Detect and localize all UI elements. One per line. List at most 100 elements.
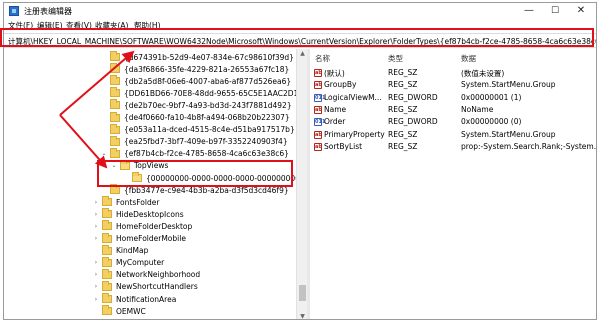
value-data: System.StartMenu.Group — [461, 80, 556, 90]
column-header-data[interactable]: 数据 — [461, 53, 476, 64]
value-name: Order — [324, 117, 346, 127]
value-type: REG_SZ — [388, 129, 418, 139]
scroll-thumb[interactable] — [299, 285, 306, 301]
value-data: prop:-System.Search.Rank;-System.Date — [461, 141, 597, 151]
title-bar: 注册表编辑器 — ☐ ✕ — [4, 3, 596, 19]
value-name: SortByList — [324, 141, 363, 151]
folder-icon — [102, 196, 112, 207]
tree-item[interactable]: {ea25fbd7-3bf7-409e-b97f-3352240903f4} — [100, 135, 288, 148]
tree-item[interactable]: {d674391b-52d9-4e07-834e-67c98610f39d} — [100, 51, 294, 63]
tree-item[interactable]: KindMap — [92, 244, 149, 257]
tree-item[interactable]: OEMWC — [92, 305, 146, 317]
value-row[interactable]: ab GroupBy REG_SZ System.StartMenu.Group — [310, 79, 596, 91]
value-row[interactable]: ab SortByList REG_SZ prop:-System.Search.Ra… — [310, 141, 597, 153]
folder-icon — [110, 111, 120, 122]
tree-item[interactable]: {DD61BD66-70E8-48dd-9655-65C5E1AAC2D1} — [100, 87, 303, 99]
expand-arrow-icon[interactable]: › — [92, 223, 100, 230]
tree-item[interactable]: {de2b70ec-9bf7-4a93-bd3d-243f7881d492} — [100, 99, 292, 111]
expand-arrow-icon[interactable]: › — [92, 283, 100, 290]
tree-item-label: NewShortcutHandlers — [116, 282, 198, 292]
value-type: REG_SZ — [388, 68, 418, 77]
tree-item[interactable]: › NewShortcutHandlers — [92, 280, 198, 293]
tree-item-label: {DD61BD66-70E8-48dd-9655-65C5E1AAC2D1} — [124, 88, 304, 98]
tree-item-label: {db2a5d8f-06e6-4007-aba6-af877d526ea6} — [124, 76, 292, 86]
expand-arrow-icon[interactable]: › — [92, 211, 100, 218]
expand-arrow-icon[interactable]: › — [92, 199, 100, 206]
value-name: PrimaryProperty — [324, 129, 385, 139]
tree-item[interactable]: › HomeFolderMobile — [92, 232, 186, 245]
tree-item-label: MyComputer — [116, 258, 165, 268]
column-header-name[interactable]: 名称 — [315, 53, 330, 64]
expand-arrow-icon[interactable]: › — [92, 271, 100, 278]
dword-value-icon: 011 — [314, 118, 326, 127]
value-data: System.StartMenu.Group — [461, 129, 556, 139]
minimize-button[interactable]: — — [516, 3, 542, 19]
folder-icon — [110, 147, 120, 158]
column-header-type[interactable]: 类型 — [388, 53, 403, 64]
expand-arrow-icon[interactable]: › — [92, 296, 100, 303]
string-value-icon: ab — [314, 81, 322, 90]
folder-icon — [102, 232, 112, 243]
string-value-icon: ab — [314, 142, 322, 151]
string-value-icon: ab — [314, 69, 322, 77]
value-row[interactable]: 011 LogicalViewM... REG_DWORD 0x00000001 (1… — [310, 92, 596, 104]
folder-icon — [110, 51, 120, 61]
tree-item-label: NetworkNeighborhood — [116, 270, 201, 280]
value-type: REG_SZ — [388, 141, 418, 151]
value-type: REG_SZ — [388, 80, 418, 90]
tree-item[interactable]: {de4f0660-fa10-4b8f-a494-068b20b22307} — [100, 111, 290, 124]
tree-item-label: HideDesktopIcons — [116, 209, 184, 219]
value-row[interactable]: ab (默认) REG_SZ (数值未设置) — [310, 67, 596, 79]
tree-item[interactable]: › HideDesktopIcons — [92, 208, 184, 220]
folder-icon — [102, 220, 112, 231]
value-data: 0x00000000 (0) — [461, 117, 522, 127]
topviews-highlight-box — [97, 160, 293, 187]
value-row[interactable]: ab PrimaryProperty REG_SZ System.StartMenu.… — [310, 129, 596, 141]
tree-item[interactable]: {db2a5d8f-06e6-4007-aba6-af877d526ea6} — [100, 75, 291, 87]
value-type: REG_DWORD — [388, 92, 438, 102]
tree-item-label: NotificationArea — [116, 294, 177, 304]
tree-item-label: FontsFolder — [116, 197, 160, 207]
window-title: 注册表编辑器 — [24, 7, 72, 16]
tree-item[interactable]: › HomeFolderDesktop — [92, 220, 192, 232]
folder-icon — [102, 208, 112, 219]
expand-arrow-icon[interactable]: ⌄ — [100, 150, 108, 157]
value-data: (数值未设置) — [461, 69, 505, 78]
expand-arrow-icon[interactable]: › — [92, 259, 100, 266]
folder-icon — [110, 63, 120, 74]
string-value-icon: ab — [314, 130, 322, 139]
tree-item-label: {de4f0660-fa10-4b8f-a494-068b20b22307} — [124, 113, 290, 122]
registry-editor-window: 注册表编辑器 — ☐ ✕ 文件(F) 编辑(E) 查看(V) 收藏夹(A) 帮助… — [3, 2, 597, 320]
tree-item[interactable]: › NetworkNeighborhood — [92, 268, 201, 281]
tree-item[interactable]: › NotificationArea — [92, 293, 176, 305]
value-row[interactable]: ab Name REG_SZ NoName — [310, 104, 596, 116]
folder-icon — [110, 87, 120, 98]
folder-icon — [110, 99, 120, 110]
expand-arrow-icon[interactable]: › — [92, 235, 100, 242]
tree-item[interactable]: {e053a11a-dced-4515-8c4e-d51ba917517b} — [100, 123, 295, 136]
tree-item-label: KindMap — [116, 246, 149, 256]
tree-item[interactable]: ⌄ {ef87b4cb-f2ce-4785-8658-4ca6c63e38c6} — [100, 147, 289, 160]
tree-item[interactable]: {da3f6866-35fe-4229-821a-26553a67fc18} — [100, 63, 289, 75]
tree-item[interactable]: › MyComputer — [92, 256, 165, 269]
maximize-button[interactable]: ☐ — [542, 3, 568, 19]
string-value-icon: ab — [314, 105, 322, 114]
value-row[interactable]: 011 Order REG_DWORD 0x00000000 (0) — [310, 116, 596, 128]
tree-scrollbar[interactable]: ▲ ▼ — [296, 49, 307, 319]
tree-item-label: OEMWC — [116, 306, 146, 316]
folder-icon — [110, 135, 120, 146]
tree-item-label: {da3f6866-35fe-4229-821a-26553a67fc18} — [124, 64, 290, 74]
tree-item-label: {ef87b4cb-f2ce-4785-8658-4ca6c63e38c6} — [124, 149, 289, 159]
tree-item-label: {d674391b-52d9-4e07-834e-67c98610f39d} — [124, 52, 294, 62]
tree-item[interactable]: › FontsFolder — [92, 196, 159, 208]
value-data: NoName — [461, 104, 494, 114]
folder-icon — [102, 244, 112, 255]
close-button[interactable]: ✕ — [568, 3, 594, 19]
value-name: LogicalViewM... — [324, 92, 382, 102]
value-type: REG_SZ — [388, 104, 418, 114]
tree-item-label: HomeFolderDesktop — [116, 221, 193, 231]
folder-icon — [110, 123, 120, 134]
values-pane: 名称 类型 数据 ab (默认) REG_SZ (数值未设置) ab GroupBy REG… — [310, 49, 597, 319]
tree-item-label: HomeFolderMobile — [116, 234, 186, 243]
folder-icon — [102, 305, 112, 316]
